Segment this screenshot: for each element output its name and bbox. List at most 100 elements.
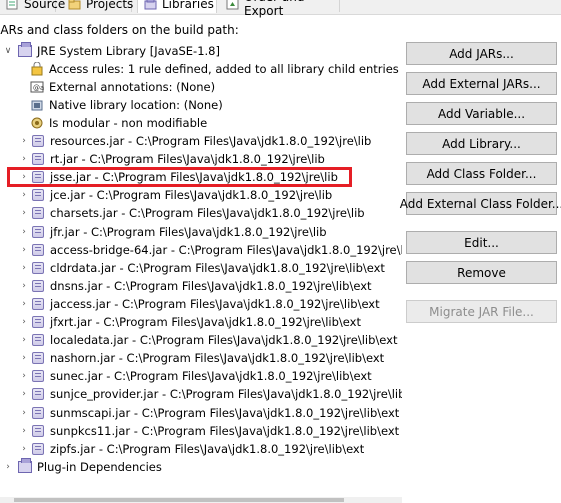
expand-chevron-icon[interactable]: ›	[18, 189, 30, 201]
collapse-chevron-icon[interactable]: ∨	[2, 45, 14, 57]
tab-source[interactable]: Source	[0, 0, 65, 12]
expand-chevron-icon[interactable]: ›	[18, 334, 30, 346]
expand-chevron-icon[interactable]: ›	[18, 352, 30, 364]
jar-entry-label: sunmscapi.jar - C:\Program Files\Java\jd…	[50, 406, 400, 420]
add-library-button[interactable]: Add Library...	[406, 132, 557, 155]
expand-chevron-icon[interactable]: ›	[18, 370, 30, 382]
jar-entry[interactable]: › sunpkcs11.jar - C:\Program Files\Java\j…	[18, 422, 399, 440]
remove-button[interactable]: Remove	[406, 261, 557, 284]
jar-entry-label: rt.jar - C:\Program Files\Java\jdk1.8.0_…	[50, 152, 325, 166]
expand-chevron-icon[interactable]: ›	[18, 425, 30, 437]
jar-entry-label: sunec.jar - C:\Program Files\Java\jdk1.8…	[50, 369, 372, 383]
expand-chevron-icon[interactable]: ›	[18, 316, 30, 328]
expand-chevron-icon[interactable]: ›	[2, 461, 14, 473]
jar-entry[interactable]: › sunjce_provider.jar - C:\Program Files\…	[18, 385, 402, 403]
svg-text:@a: @a	[33, 84, 44, 92]
jar-icon	[32, 316, 44, 328]
native-library-label: Native library location: (None)	[49, 98, 223, 112]
tree-root-plugin-dependencies[interactable]: › Plug-in Dependencies	[2, 458, 162, 476]
expand-chevron-icon[interactable]: ›	[18, 226, 30, 238]
jar-entry-label: resources.jar - C:\Program Files\Java\jd…	[50, 134, 372, 148]
jar-entry-label: dnsns.jar - C:\Program Files\Java\jdk1.8…	[50, 279, 372, 293]
add-class-folder-button[interactable]: Add Class Folder...	[406, 162, 557, 185]
jar-entry[interactable]: › jfr.jar - C:\Program Files\Java\jdk1.8.…	[18, 223, 327, 241]
library-icon	[18, 42, 32, 57]
expand-chevron-icon[interactable]: ›	[18, 244, 30, 256]
build-path-tree[interactable]: ∨ JRE System Library [JavaSE-1.8] Access…	[0, 38, 402, 500]
jar-entry[interactable]: › resources.jar - C:\Program Files\Java\j…	[18, 132, 371, 150]
add-jars-button[interactable]: Add JARs...	[406, 42, 557, 65]
expand-chevron-icon[interactable]: ›	[18, 298, 30, 310]
jar-icon	[32, 153, 44, 165]
jar-entry-label: localedata.jar - C:\Program Files\Java\j…	[50, 333, 398, 347]
jar-entry-label: charsets.jar - C:\Program Files\Java\jdk…	[50, 206, 365, 220]
tab-projects[interactable]: Projects	[62, 0, 134, 12]
jar-icon	[32, 280, 44, 292]
jar-entry[interactable]: › charsets.jar - C:\Program Files\Java\jd…	[18, 204, 365, 222]
edit-button[interactable]: Edit...	[406, 231, 557, 254]
jar-entry-label: jfr.jar - C:\Program Files\Java\jdk1.8.0…	[50, 225, 327, 239]
expand-chevron-icon[interactable]: ›	[18, 388, 30, 400]
tab-projects-label: Projects	[86, 0, 134, 11]
tree-root-jre[interactable]: ∨ JRE System Library [JavaSE-1.8]	[2, 42, 220, 60]
jar-entry[interactable]: › jce.jar - C:\Program Files\Java\jdk1.8.…	[18, 186, 332, 204]
native-library-icon	[30, 98, 44, 112]
jar-entry[interactable]: › zipfs.jar - C:\Program Files\Java\jdk1.…	[18, 440, 364, 458]
plugin-dependencies-label: Plug-in Dependencies	[37, 460, 162, 474]
jar-entry[interactable]: › nashorn.jar - C:\Program Files\Java\jdk…	[18, 349, 384, 367]
tab-source-label: Source	[24, 0, 66, 11]
tab-order-export[interactable]: Order and Export	[220, 0, 340, 18]
jar-entry[interactable]: › rt.jar - C:\Program Files\Java\jdk1.8.0…	[18, 150, 325, 168]
jar-entry[interactable]: › sunec.jar - C:\Program Files\Java\jdk1.…	[18, 367, 372, 385]
jar-entry[interactable]: › jaccess.jar - C:\Program Files\Java\jdk…	[18, 295, 379, 313]
tree-root-label: JRE System Library [JavaSE-1.8]	[37, 44, 220, 58]
access-rules-label: Access rules: 1 rule defined, added to a…	[49, 62, 399, 76]
jar-icon	[32, 370, 44, 382]
jar-entry-label: sunjce_provider.jar - C:\Program Files\J…	[50, 387, 402, 401]
expand-chevron-icon[interactable]: ›	[18, 407, 30, 419]
jar-entry[interactable]: › localedata.jar - C:\Program Files\Java\…	[18, 331, 397, 349]
jar-icon	[32, 135, 44, 147]
jar-icon	[32, 334, 44, 346]
expand-chevron-icon[interactable]: ›	[18, 135, 30, 147]
jar-icon	[32, 407, 44, 419]
jar-icon	[32, 262, 44, 274]
jsse-highlight-box	[7, 167, 352, 187]
jar-entry-label: cldrdata.jar - C:\Program Files\Java\jdk…	[50, 261, 385, 275]
jar-icon	[32, 207, 44, 219]
add-variable-button[interactable]: Add Variable...	[406, 102, 557, 125]
tree-horizontal-scrollbar[interactable]	[0, 497, 402, 503]
jar-icon	[32, 189, 44, 201]
add-external-class-folder-button[interactable]: Add External Class Folder...	[400, 192, 561, 215]
jar-entry[interactable]: › access-bridge-64.jar - C:\Program Files…	[18, 241, 402, 259]
jar-icon	[32, 425, 44, 437]
expand-chevron-icon[interactable]: ›	[18, 262, 30, 274]
tab-libraries-label: Libraries	[162, 0, 214, 11]
jar-icon	[32, 443, 44, 455]
tree-attribute-external-annotations[interactable]: @a External annotations: (None)	[30, 78, 215, 96]
external-annotations-label: External annotations: (None)	[49, 80, 216, 94]
tab-bar: Source Projects Libraries Order and Expo…	[0, 0, 561, 18]
migrate-jar-button: Migrate JAR File...	[406, 300, 557, 323]
access-rules-icon	[30, 62, 44, 76]
expand-chevron-icon[interactable]: ›	[18, 207, 30, 219]
tab-libraries[interactable]: Libraries	[137, 0, 217, 13]
tree-attribute-access-rules[interactable]: Access rules: 1 rule defined, added to a…	[30, 60, 399, 78]
jar-entry-label: zipfs.jar - C:\Program Files\Java\jdk1.8…	[50, 442, 365, 456]
add-external-jars-button[interactable]: Add External JARs...	[406, 72, 557, 95]
jar-icon	[32, 298, 44, 310]
jar-entry-label: jfxrt.jar - C:\Program Files\Java\jdk1.8…	[50, 315, 361, 329]
expand-chevron-icon[interactable]: ›	[18, 443, 30, 455]
jar-entry[interactable]: › cldrdata.jar - C:\Program Files\Java\jd…	[18, 259, 385, 277]
jar-icon	[32, 352, 44, 364]
tree-attribute-modular[interactable]: Is modular - non modifiable	[30, 114, 207, 132]
jar-entry-label: jce.jar - C:\Program Files\Java\jdk1.8.0…	[50, 188, 333, 202]
jar-entry[interactable]: › sunmscapi.jar - C:\Program Files\Java\j…	[18, 404, 399, 422]
jar-entry[interactable]: › dnsns.jar - C:\Program Files\Java\jdk1.…	[18, 277, 372, 295]
jar-entry[interactable]: › jfxrt.jar - C:\Program Files\Java\jdk1.…	[18, 313, 361, 331]
scrollbar-thumb[interactable]	[14, 498, 344, 502]
tree-attribute-native-library[interactable]: Native library location: (None)	[30, 96, 223, 114]
expand-chevron-icon[interactable]: ›	[18, 153, 30, 165]
expand-chevron-icon[interactable]: ›	[18, 280, 30, 292]
order-export-icon	[226, 0, 239, 10]
